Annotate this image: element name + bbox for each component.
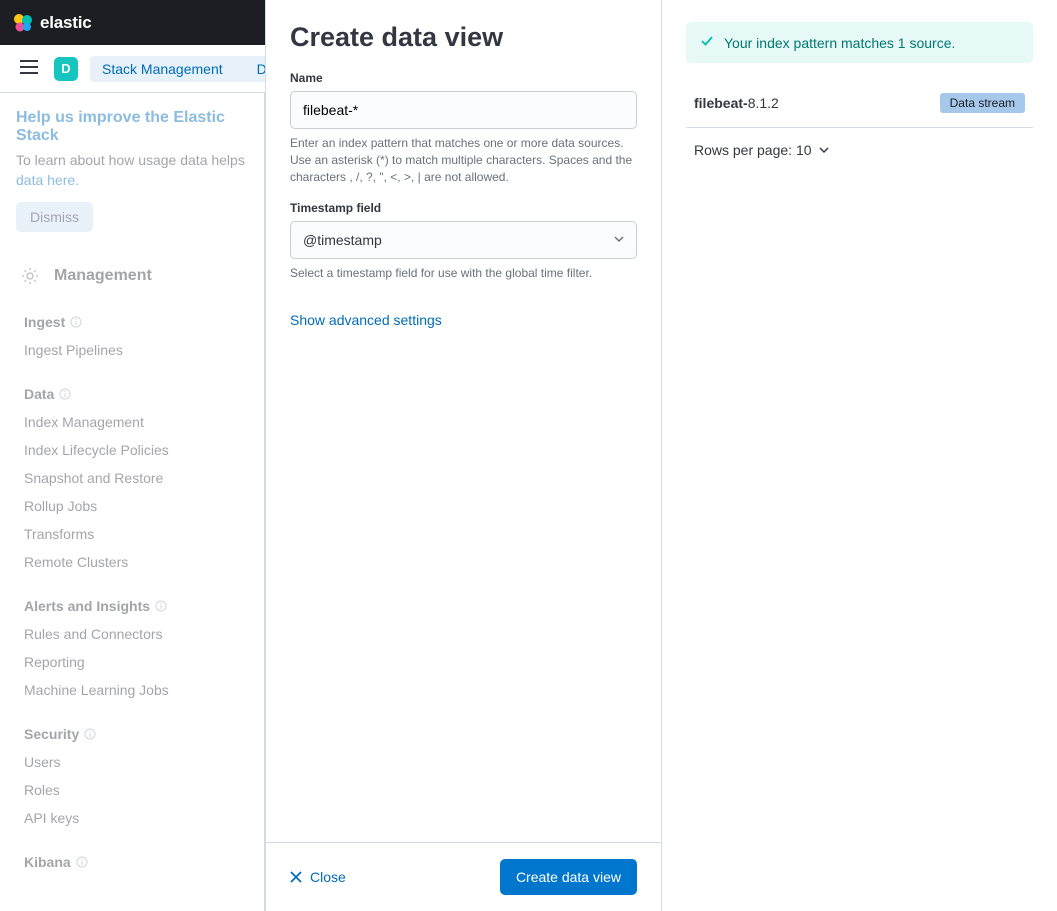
flyout-footer: Close Create data view (266, 842, 661, 911)
name-help-text: Enter an index pattern that matches one … (290, 135, 637, 185)
timestamp-select[interactable]: @timestamp (290, 221, 637, 259)
name-input[interactable] (290, 91, 637, 129)
brand-text: elastic (40, 13, 92, 33)
index-name: filebeat-8.1.2 (694, 95, 779, 111)
index-match-panel: Your index pattern matches 1 source. fil… (662, 0, 1057, 911)
rows-per-page-label: Rows per page: 10 (694, 142, 812, 158)
timestamp-field-group: Timestamp field @timestamp Select a time… (290, 201, 637, 282)
elastic-logo[interactable]: elastic (12, 12, 92, 34)
sidebar: Help us improve the Elastic Stack To lea… (0, 93, 265, 911)
rows-per-page-button[interactable]: Rows per page: 10 (686, 128, 1033, 172)
match-success-text: Your index pattern matches 1 source. (724, 35, 955, 51)
close-icon (290, 871, 302, 883)
index-name-bold: filebeat- (694, 95, 748, 111)
advanced-settings-link[interactable]: Show advanced settings (290, 312, 442, 328)
breadcrumb-stack-management[interactable]: Stack Management (90, 56, 237, 82)
index-name-rest: 8.1.2 (748, 95, 779, 111)
menu-toggle-icon[interactable] (16, 56, 42, 81)
create-data-view-button[interactable]: Create data view (500, 859, 637, 895)
timestamp-help-text: Select a timestamp field for use with th… (290, 265, 637, 282)
space-selector[interactable]: D (54, 57, 78, 81)
elastic-logomark-icon (12, 12, 34, 34)
sidebar-dimmed-overlay (0, 93, 264, 911)
timestamp-select-wrap: @timestamp (290, 221, 637, 259)
timestamp-label: Timestamp field (290, 201, 637, 215)
data-stream-badge: Data stream (940, 93, 1025, 113)
create-data-view-flyout: Create data view Name Enter an index pat… (265, 0, 662, 911)
chevron-down-icon (818, 144, 830, 156)
check-icon (700, 34, 714, 51)
flyout-body: Create data view Name Enter an index pat… (266, 0, 661, 842)
matched-index-row: filebeat-8.1.2 Data stream (686, 79, 1033, 128)
name-field-group: Name Enter an index pattern that matches… (290, 71, 637, 185)
flyout-title: Create data view (290, 22, 637, 53)
match-success-callout: Your index pattern matches 1 source. (686, 22, 1033, 63)
name-label: Name (290, 71, 637, 85)
close-label: Close (310, 869, 346, 885)
close-button[interactable]: Close (290, 869, 346, 885)
